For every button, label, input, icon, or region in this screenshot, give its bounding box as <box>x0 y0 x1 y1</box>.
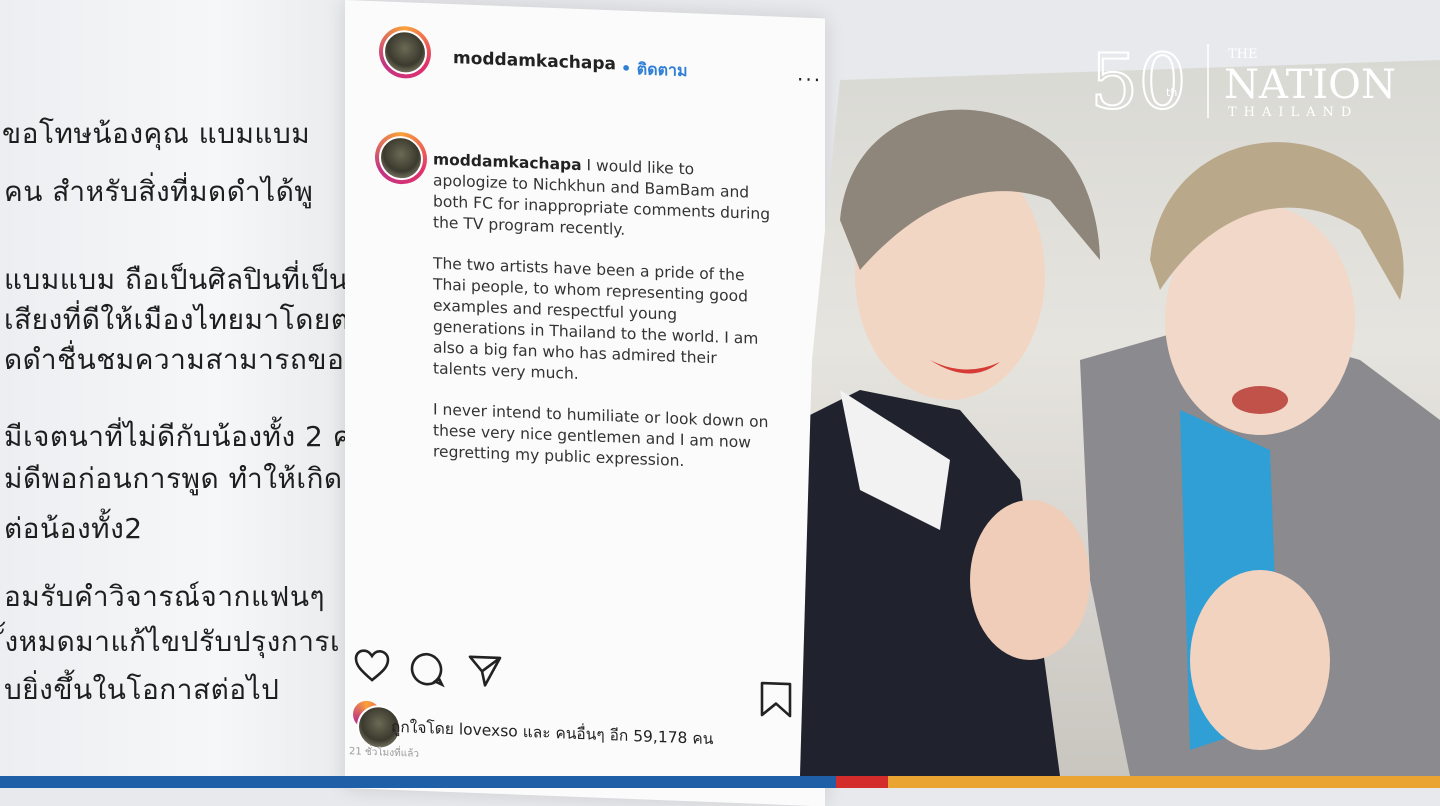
logo-graphic: 50 th THE NATION THAILAND <box>1089 36 1396 127</box>
portrait-illustration <box>800 109 1440 776</box>
photo-bambam-nichkhun <box>800 60 1440 776</box>
thai-line: เสียงที่ดีให้เมืองไทยมาโดยต <box>4 303 350 336</box>
bottom-bar-gold <box>888 776 1440 788</box>
share-icon[interactable] <box>467 653 503 690</box>
anniversary-suffix: th <box>1166 86 1177 99</box>
caption-paragraph-2: The two artists have been a pride of the… <box>433 254 759 383</box>
thai-line: ั้งหมดมาแก้ไขปรับปรุงการเ <box>4 625 341 658</box>
caption-paragraph-3: I never intend to humiliate or look down… <box>433 400 769 471</box>
logo-nation: NATION <box>1224 62 1396 108</box>
likes-count[interactable]: ถูกใจโดย lovexso และ คนอื่นๆ อีก 59,178 … <box>391 714 713 751</box>
the-nation-thailand-logo: 50 th THE NATION THAILAND <box>1089 36 1410 130</box>
instagram-post-card: moddamkachapa • ติดตาม ... moddamkachapa… <box>345 0 825 806</box>
more-options-icon[interactable]: ... <box>797 61 822 86</box>
logo-thailand: THAILAND <box>1228 105 1358 120</box>
thai-line: มีเจตนาที่ไม่ดีกับน้องทั้ง 2 ค <box>4 420 352 453</box>
heart-icon[interactable] <box>353 648 391 683</box>
liker-avatar[interactable] <box>353 700 381 730</box>
thai-line: ดดำชื่นชมความสามารถขอ <box>4 343 345 376</box>
anniversary-number: 50 <box>1090 37 1187 126</box>
profile-avatar[interactable] <box>379 25 431 80</box>
logo-the: THE <box>1228 47 1258 62</box>
bottom-bar-red <box>836 776 888 788</box>
thai-line: บยิ่งขึ้นในโอกาสต่อไป <box>4 673 280 706</box>
post-timestamp: 21 ชั่วโมงที่แล้ว <box>349 746 419 760</box>
comment-icon[interactable] <box>409 650 445 688</box>
follow-button[interactable]: • ติดตาม <box>621 57 688 85</box>
caption-username[interactable]: moddamkachapa <box>433 150 582 174</box>
bottom-bar-blue <box>0 776 836 788</box>
thai-line: คน สำหรับสิ่งที่มดดำได้พู <box>4 175 314 208</box>
post-username[interactable]: moddamkachapa <box>453 48 616 74</box>
background-thai-statement: ขอโทษน้องคุณ แบมแบม คน สำหรับสิ่งที่มดดำ… <box>0 0 360 788</box>
thai-line: ม่ดีพอก่อนการพูด ทำให้เกิด <box>4 462 343 495</box>
thai-line: ต่อน้องทั้ง2 <box>4 512 143 545</box>
thai-line: ขอโทษน้องคุณ แบมแบม <box>2 117 311 150</box>
post-caption: moddamkachapa I would like to apologize … <box>433 149 773 495</box>
thai-line: อมรับคำวิจารณ์จากแฟนๆ <box>4 580 326 613</box>
thai-line: แบมแบม ถือเป็นศิลปินที่เป็น <box>4 263 349 296</box>
bookmark-icon[interactable] <box>759 680 793 719</box>
caption-avatar[interactable] <box>375 131 427 186</box>
